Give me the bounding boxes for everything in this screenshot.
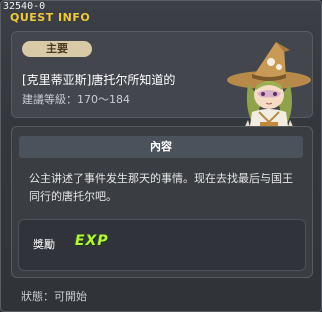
recommended-level: 建議等級：170～184 — [22, 93, 130, 106]
exp-reward-icon: EXP — [75, 233, 109, 249]
quest-content-panel: 內容 公主讲述了事件发生那天的事情。现在去找最后与国王同行的唐托尔吧。 獎勵 E… — [11, 126, 313, 278]
quest-name: [克里蒂亚斯]唐托尔所知道的 — [22, 73, 176, 87]
reward-label: 獎勵 — [33, 238, 55, 251]
window-title: QUEST INFO — [10, 11, 91, 24]
content-heading: 內容 — [19, 136, 303, 158]
quest-type-badge: 主要 — [22, 41, 92, 57]
reward-box: 獎勵 EXP — [18, 219, 306, 271]
quest-header-panel: 主要 [克里蒂亚斯]唐托尔所知道的 建議等級：170～184 — [11, 31, 313, 140]
quest-info-window: 32540-0 QUEST INFO 主要 [克里蒂亚斯]唐托尔所知道的 建議等… — [0, 0, 322, 312]
quest-status: 狀態：可開始 — [21, 290, 87, 303]
quest-description: 公主讲述了事件发生那天的事情。现在去找最后与国王同行的唐托尔吧。 — [29, 172, 293, 203]
npc-portrait-icon — [227, 42, 311, 140]
